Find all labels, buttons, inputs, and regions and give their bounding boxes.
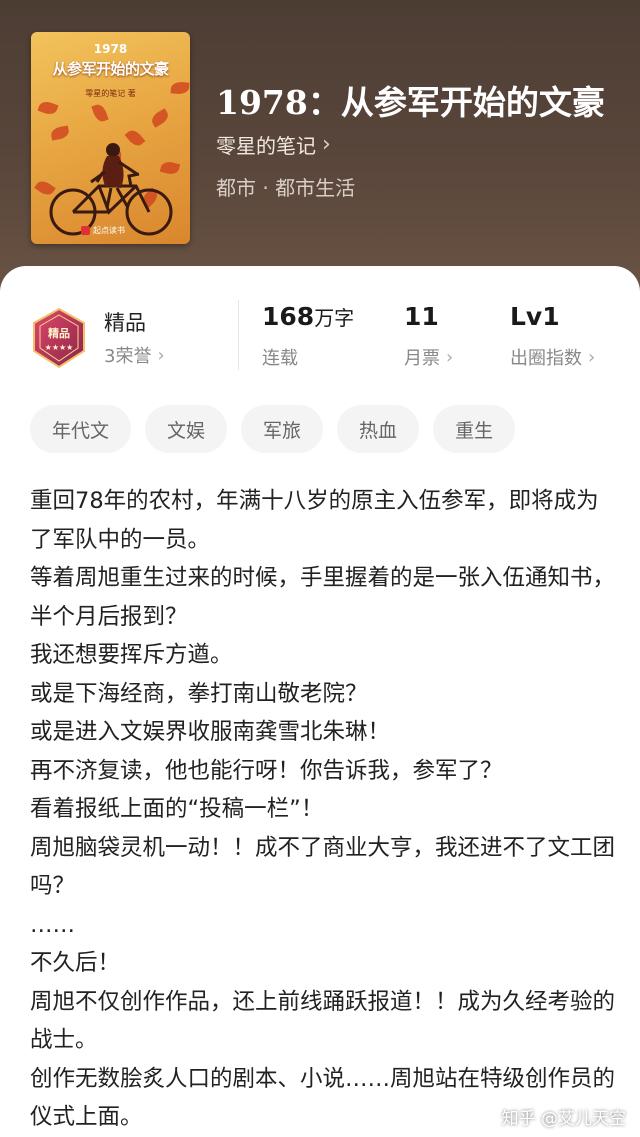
description-line: 或是下海经商，拳打南山敬老院？ (30, 680, 368, 707)
tag-chip[interactable]: 重生 (433, 405, 516, 453)
serial-status: 连载 (262, 348, 298, 369)
word-count: 168万字 (262, 302, 354, 331)
description-line: 周旭不仅创作作品，还上前线踊跃报道！！成为久经考验的战士。 (30, 988, 616, 1054)
book-genre[interactable]: 都市 · 都市生活 (216, 172, 355, 201)
tag-chip[interactable]: 年代文 (30, 405, 132, 453)
description-line: 我还想要挥斥方遒。 (30, 642, 233, 668)
cover-author: 零星的笔记 著 (85, 89, 136, 98)
premium-badge-icon[interactable]: 精品 ★★★★ (30, 307, 88, 369)
svg-text:★★★★: ★★★★ (45, 343, 74, 352)
svg-text:精品: 精品 (48, 326, 70, 340)
description-line: 或是进入文娱界收服南龚雪北朱琳！ (30, 719, 391, 745)
cover-title: 从参军开始的文豪 (52, 60, 169, 78)
watermark: 知乎 @艾儿天空 (501, 1109, 626, 1129)
tag-chip[interactable]: 热血 (337, 405, 420, 453)
publisher-name: 起点读书 (93, 226, 125, 235)
book-description: 重回78年的农村，年满十八岁的原主入伍参军，即将成为了军队中的一员。 等着周旭重… (30, 482, 620, 1137)
description-line: 周旭脑袋灵机一动！！成不了商业大亨，我还进不了文工团吗？ (30, 834, 616, 900)
chevron-right-icon: › (322, 132, 331, 157)
chevron-right-icon: › (157, 344, 165, 366)
cover-publisher: 起点读书 (81, 225, 125, 236)
popularity-level: Lv1 (510, 302, 560, 331)
book-cover[interactable]: 1978 从参军开始的文豪 零星的笔记 著 起点读书 (31, 32, 190, 244)
description-line: 看着报纸上面的“投稿一栏”！ (30, 796, 324, 822)
chevron-right-icon: › (446, 346, 454, 368)
divider (238, 300, 239, 370)
monthly-ticket-link[interactable]: 月票 › (404, 344, 453, 370)
honor-link[interactable]: 3荣誉 › (104, 342, 165, 368)
chevron-right-icon: › (588, 346, 596, 368)
bicycle-rider-illustration (49, 143, 173, 236)
author-name: 零星的笔记 (216, 134, 316, 158)
monthly-ticket-label: 月票 (404, 348, 440, 369)
author-link[interactable]: 零星的笔记 › (216, 130, 331, 159)
publisher-logo-icon (81, 226, 90, 235)
description-line: 再不济复读，他也能行呀！你告诉我，参军了？ (30, 757, 503, 784)
popularity-index-label: 出圈指数 (510, 348, 582, 369)
tag-chip[interactable]: 军旅 (241, 405, 324, 453)
description-line: 等着周旭重生过来的时候，手里握着的是一张入伍通知书，半个月后报到？ (30, 565, 616, 630)
tag-chip[interactable]: 文娱 (145, 405, 228, 453)
description-line: …… (30, 911, 75, 938)
badge-label: 精品 (104, 311, 146, 335)
description-line: 不久后！ (30, 950, 121, 976)
honor-count: 3荣誉 (104, 346, 152, 367)
word-count-value: 168 (262, 302, 315, 331)
word-count-unit: 万字 (314, 306, 355, 330)
description-line: 重回78年的农村，年满十八岁的原主入伍参军，即将成为了军队中的一员。 (30, 488, 599, 553)
cover-year: 1978 (93, 42, 128, 56)
tag-list: 年代文 文娱 军旅 热血 重生 (30, 405, 516, 453)
monthly-ticket-count: 11 (404, 302, 439, 331)
book-title: 1978：从参军开始的文豪 (216, 83, 605, 122)
popularity-index-link[interactable]: 出圈指数 › (510, 344, 595, 370)
